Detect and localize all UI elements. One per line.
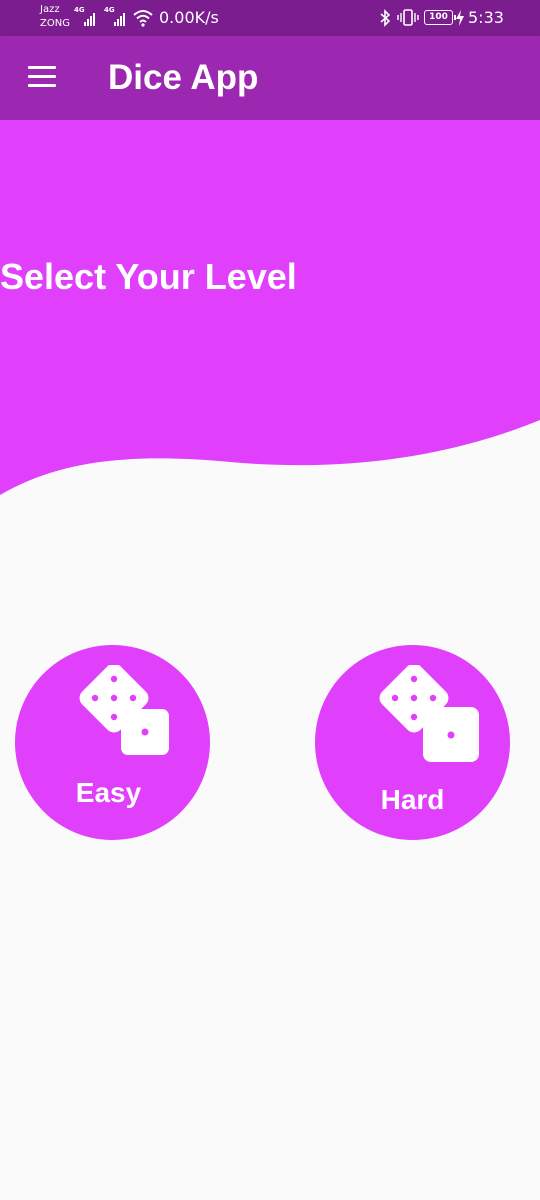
app-title: Dice App	[108, 58, 259, 97]
dice-icon	[79, 665, 169, 755]
status-bar: Jazz ZONG 4G 4G 0.00K/s 100 5:33	[0, 0, 540, 36]
clock: 5:33	[468, 8, 504, 27]
battery-level: 100	[429, 12, 448, 22]
hamburger-menu-icon[interactable]	[20, 60, 64, 96]
network-speed: 0.00K/s	[159, 8, 219, 27]
charging-icon	[456, 10, 464, 26]
carrier-2: ZONG	[40, 18, 70, 29]
header-wave	[0, 120, 540, 495]
easy-level-button[interactable]: Easy	[15, 645, 210, 840]
easy-level-label: Easy	[75, 777, 142, 808]
bluetooth-icon	[380, 9, 391, 27]
battery-icon: 100	[424, 10, 456, 25]
carrier-1: Jazz	[40, 4, 60, 15]
hard-level-button[interactable]: Hard	[315, 645, 510, 840]
signal-1-icon: 4G	[74, 6, 95, 26]
dice-icon	[379, 665, 479, 762]
wifi-icon	[133, 10, 153, 27]
page-title: Select Your Level	[0, 256, 297, 297]
app-bar: Dice App	[0, 36, 540, 120]
vibrate-icon	[397, 9, 419, 26]
carrier-labels: Jazz ZONG	[40, 3, 70, 31]
network-type-2: 4G	[104, 6, 115, 14]
signal-2-icon: 4G	[104, 6, 125, 26]
network-type-1: 4G	[74, 6, 85, 14]
hard-level-label: Hard	[380, 784, 445, 815]
